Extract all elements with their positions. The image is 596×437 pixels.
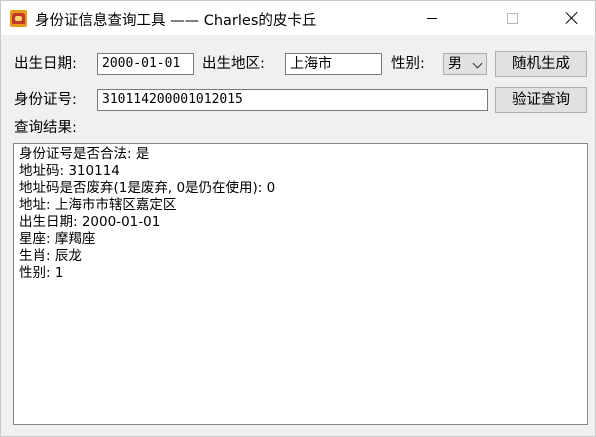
birth-area-label: 出生地区: <box>202 56 265 72</box>
result-line: 身份证号是否合法: 是 <box>19 146 150 162</box>
result-line: 地址: 上海市市辖区嘉定区 <box>19 197 177 213</box>
gender-select[interactable]: 男 <box>443 53 487 75</box>
id-number-label: 身份证号: <box>14 92 77 108</box>
birth-date-label: 出生日期: <box>14 56 77 72</box>
result-label: 查询结果: <box>14 120 77 136</box>
minimize-button[interactable] <box>409 1 455 35</box>
gender-label: 性别: <box>391 56 425 72</box>
result-line: 星座: 摩羯座 <box>19 231 96 247</box>
app-window: 身份证信息查询工具 —— Charles的皮卡丘 出生日期: 2000-01-0… <box>0 0 596 437</box>
result-line: 生肖: 辰龙 <box>19 248 82 264</box>
close-icon <box>566 12 578 24</box>
app-logo-icon <box>10 10 27 27</box>
result-textarea[interactable]: 身份证号是否合法: 是 地址码: 310114 地址码是否废弃(1是废弃, 0是… <box>13 143 588 425</box>
birth-area-field[interactable]: 上海市 <box>285 53 382 75</box>
verify-query-button[interactable]: 验证查询 <box>495 87 587 113</box>
chevron-down-icon <box>472 58 483 69</box>
gender-selected-value: 男 <box>448 56 462 72</box>
result-line: 出生日期: 2000-01-01 <box>19 214 161 230</box>
maximize-icon <box>506 12 518 24</box>
title-bar[interactable]: 身份证信息查询工具 —— Charles的皮卡丘 <box>1 1 595 35</box>
random-generate-button[interactable]: 随机生成 <box>495 51 587 77</box>
close-button[interactable] <box>549 1 595 35</box>
result-line: 地址码: 310114 <box>19 163 120 179</box>
result-line: 性别: 1 <box>19 265 64 281</box>
minimize-icon <box>427 17 437 19</box>
id-number-field[interactable]: 310114200001012015 <box>97 89 488 111</box>
result-line: 地址码是否废弃(1是废弃, 0是仍在使用): 0 <box>19 180 276 196</box>
maximize-button[interactable] <box>489 1 535 35</box>
window-title: 身份证信息查询工具 —— Charles的皮卡丘 <box>35 13 317 29</box>
birth-date-field[interactable]: 2000-01-01 <box>97 53 194 75</box>
